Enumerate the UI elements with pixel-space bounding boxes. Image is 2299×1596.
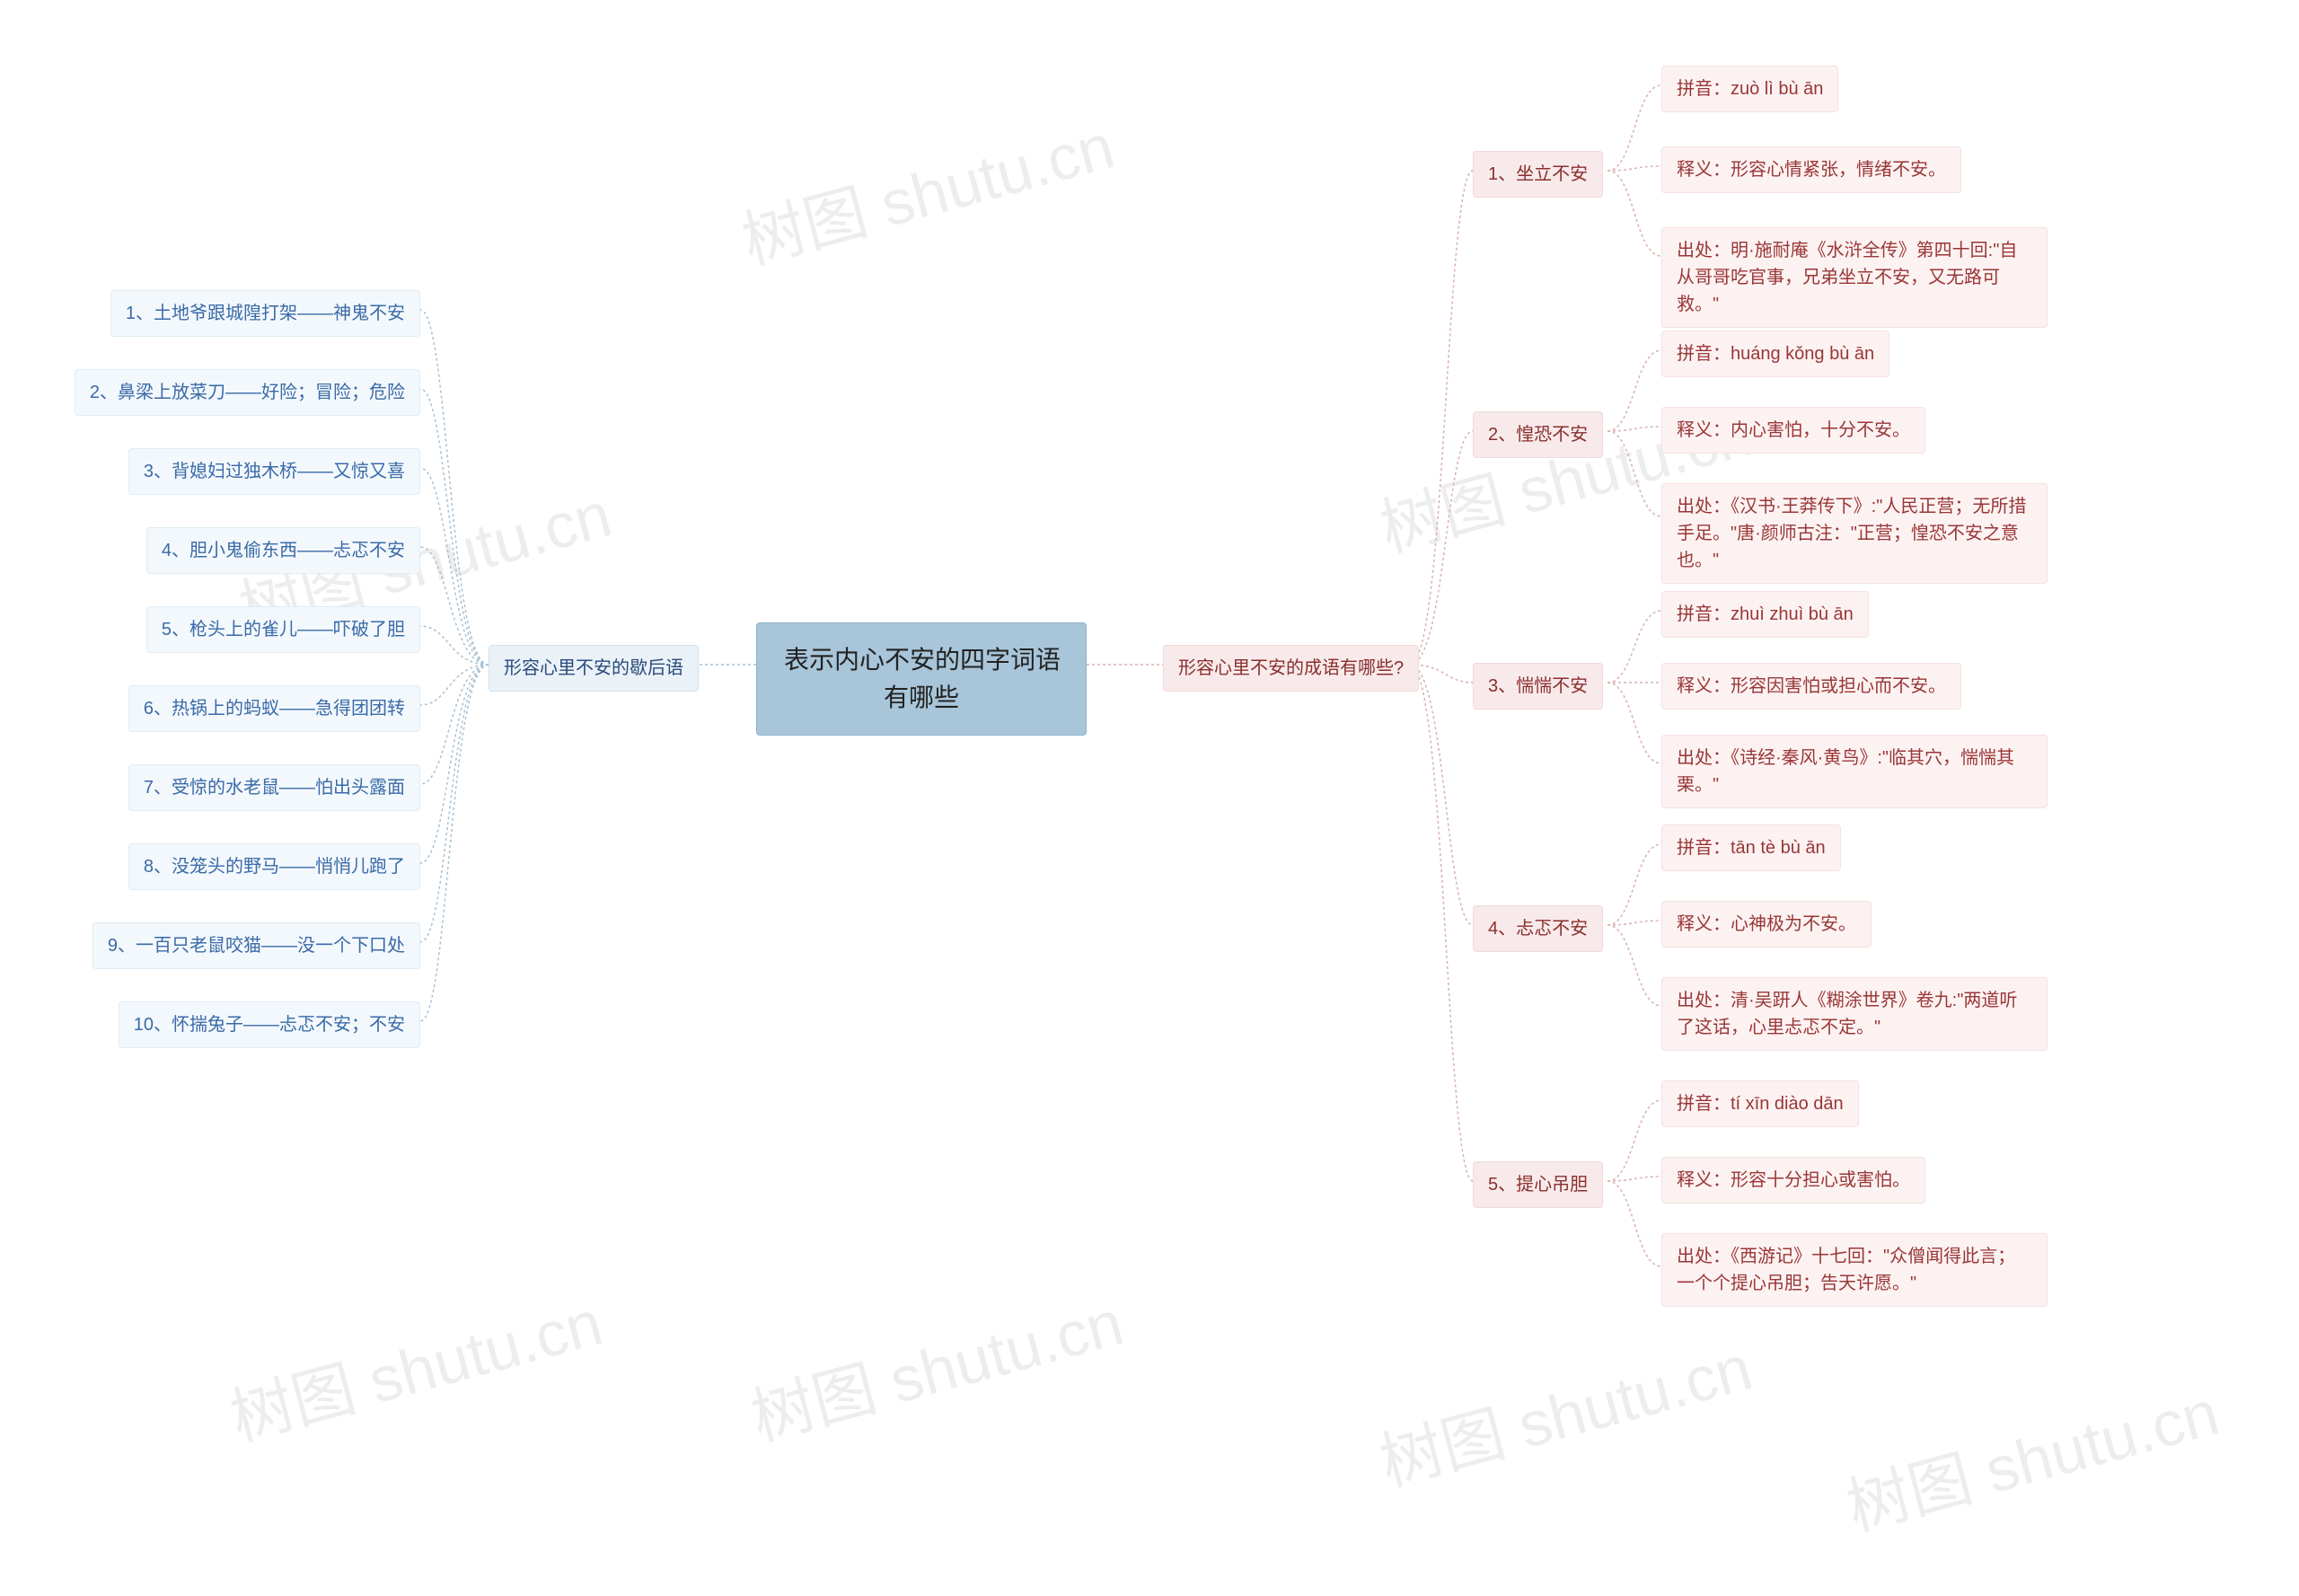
idiom-2-source[interactable]: 出处：《汉书·王莽传下》:"人民正营；无所措手足。"唐·颜师古注："正营；惶恐不… [1661,483,2048,584]
left-item-10[interactable]: 10、怀揣兔子——忐忑不安；不安 [119,1001,420,1048]
left-category[interactable]: 形容心里不安的歇后语 [489,645,699,692]
idiom-5-pinyin[interactable]: 拼音：tí xīn diào dān [1661,1080,1859,1127]
watermark: 树图 shutu.cn [1369,1318,1760,1503]
right-category[interactable]: 形容心里不安的成语有哪些? [1163,645,1419,692]
watermark: 树图 shutu.cn [219,1273,611,1459]
left-item-5[interactable]: 5、枪头上的雀儿——吓破了胆 [146,606,420,653]
left-item-7[interactable]: 7、受惊的水老鼠——怕出头露面 [128,764,420,811]
idiom-1-source[interactable]: 出处：明·施耐庵《水浒全传》第四十回:"自从哥哥吃官事，兄弟坐立不安，又无路可救… [1661,227,2048,328]
watermark: 树图 shutu.cn [740,1273,1132,1459]
idiom-3-pinyin[interactable]: 拼音：zhuì zhuì bù ān [1661,591,1869,638]
idiom-1-pinyin[interactable]: 拼音：zuò lì bù ān [1661,66,1838,112]
idiom-4-source[interactable]: 出处：清·吴趼人《糊涂世界》卷九:"两道听了这话，心里忐忑不定。" [1661,977,2048,1051]
idiom-2-meaning[interactable]: 释义：内心害怕，十分不安。 [1661,407,1925,454]
left-item-4[interactable]: 4、胆小鬼偷东西——忐忑不安 [146,527,420,574]
idiom-3-name[interactable]: 3、惴惴不安 [1473,663,1603,710]
left-item-2[interactable]: 2、鼻梁上放菜刀——好险；冒险；危险 [75,369,420,416]
idiom-3-source[interactable]: 出处：《诗经·秦风·黄鸟》:"临其穴，惴惴其栗。" [1661,735,2048,808]
idiom-5-source[interactable]: 出处：《西游记》十七回："众僧闻得此言；一个个提心吊胆；告天许愿。" [1661,1233,2048,1307]
watermark: 树图 shutu.cn [731,96,1123,282]
left-item-8[interactable]: 8、没笼头的野马——悄悄儿跑了 [128,843,420,890]
left-item-9[interactable]: 9、一百只老鼠咬猫——没一个下口处 [92,922,420,969]
idiom-5-meaning[interactable]: 释义：形容十分担心或害怕。 [1661,1157,1925,1204]
idiom-2-name[interactable]: 2、惶恐不安 [1473,411,1603,458]
idiom-5-name[interactable]: 5、提心吊胆 [1473,1161,1603,1208]
idiom-4-pinyin[interactable]: 拼音：tān tè bù ān [1661,824,1841,871]
watermark: 树图 shutu.cn [1836,1362,2227,1548]
idiom-4-name[interactable]: 4、忐忑不安 [1473,905,1603,952]
left-item-1[interactable]: 1、土地爷跟城隍打架——神鬼不安 [110,290,420,337]
idiom-1-meaning[interactable]: 释义：形容心情紧张，情绪不安。 [1661,146,1961,193]
idiom-3-meaning[interactable]: 释义：形容因害怕或担心而不安。 [1661,663,1961,710]
root-node[interactable]: 表示内心不安的四字词语有哪些 [756,622,1087,736]
left-item-3[interactable]: 3、背媳妇过独木桥——又惊又喜 [128,448,420,495]
idiom-2-pinyin[interactable]: 拼音：huáng kǒng bù ān [1661,331,1889,377]
idiom-1-name[interactable]: 1、坐立不安 [1473,151,1603,198]
left-item-6[interactable]: 6、热锅上的蚂蚁——急得团团转 [128,685,420,732]
idiom-4-meaning[interactable]: 释义：心神极为不安。 [1661,901,1872,948]
